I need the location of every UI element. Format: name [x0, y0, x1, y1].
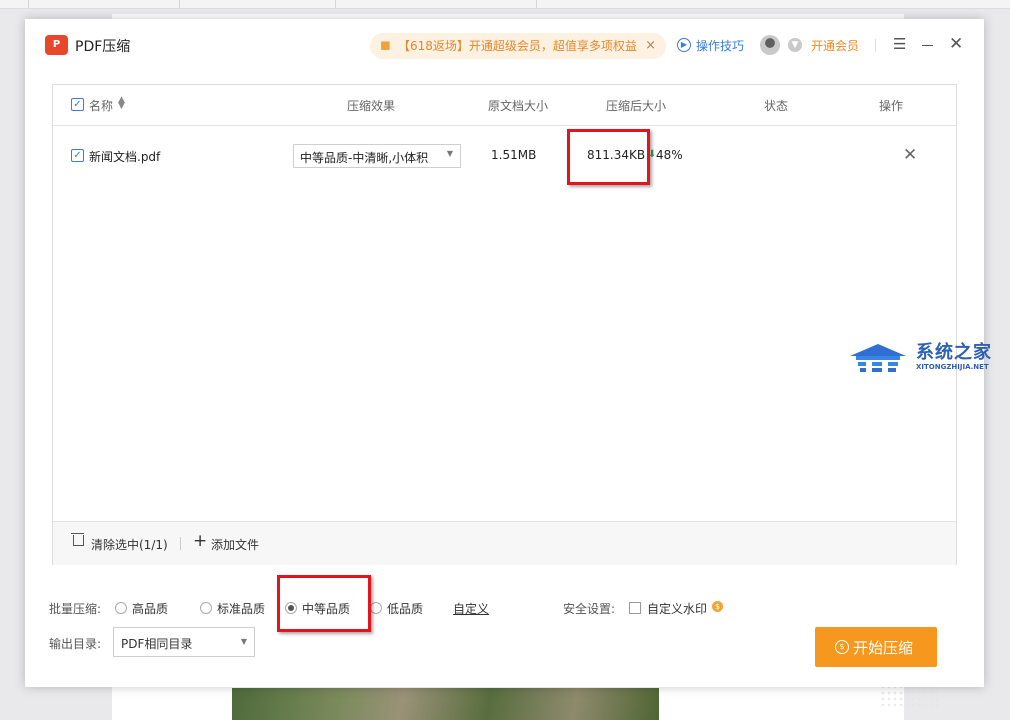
minimize-icon[interactable] — [922, 45, 933, 46]
highlight-box — [277, 575, 371, 632]
house-logo-icon — [850, 344, 906, 372]
option-standard-quality[interactable]: 标准品质 — [217, 600, 265, 617]
avatar[interactable] — [760, 35, 780, 55]
remove-row-icon[interactable]: ✕ — [903, 145, 917, 165]
background-tab — [29, 0, 180, 8]
start-compress-label: 开始压缩 — [853, 639, 914, 657]
column-header-quality: 压缩效果 — [347, 99, 396, 113]
promo-banner[interactable]: ◼︎ 【618返场】开通超级会员，超值享多项权益 × — [370, 33, 666, 59]
promo-text: 【618返场】开通超级会员，超值享多项权益 — [398, 39, 637, 53]
close-icon[interactable]: ✕ — [949, 34, 963, 54]
tips-link[interactable]: 操作技巧 — [696, 37, 744, 54]
divider — [180, 537, 181, 550]
add-file-button[interactable]: 添加文件 — [211, 536, 259, 553]
original-size: 1.51MB — [491, 148, 537, 162]
batch-label: 批量压缩: — [49, 602, 102, 616]
quality-select-value: 中等品质-中清晰,小体积 — [300, 151, 429, 165]
vip-icon: ▼ — [788, 38, 802, 52]
custom-link[interactable]: 自定义 — [453, 600, 489, 617]
chevron-down-icon: ▼ — [240, 637, 247, 646]
watermark-checkbox[interactable] — [629, 602, 641, 614]
sort-icon[interactable]: ▲ ▼ — [118, 96, 125, 111]
column-header-action: 操作 — [879, 99, 904, 113]
title-bar: P PDF压缩 ◼︎ 【618返场】开通超级会员，超值享多项权益 × ▶ 操作技… — [25, 19, 984, 73]
promo-close-icon[interactable]: × — [645, 33, 656, 59]
coin-icon: $ — [835, 640, 849, 654]
custom-watermark-option[interactable]: 自定义水印 — [647, 600, 707, 617]
quality-select[interactable]: 中等品质-中清晰,小体积 ▼ — [293, 144, 461, 168]
column-header-status: 状态 — [764, 99, 789, 113]
pdf-compress-dialog: P PDF压缩 ◼︎ 【618返场】开通超级会员，超值享多项权益 × ▶ 操作技… — [25, 19, 984, 687]
start-compress-button[interactable]: $ 开始压缩 — [815, 627, 937, 667]
radio-high-quality[interactable] — [115, 602, 127, 614]
radio-low-quality[interactable] — [370, 602, 382, 614]
play-circle-icon[interactable]: ▶ — [677, 38, 691, 52]
table-row[interactable]: ✓ 新闻文档.pdf 中等品质-中清晰,小体积 ▼ 1.51MB 811.34K… — [53, 126, 956, 184]
output-directory-value: PDF相同目录 — [121, 637, 193, 651]
background-tab — [0, 0, 29, 8]
site-watermark: 系统之家 XITONGZHIJIA.NET — [848, 338, 998, 378]
open-vip-link[interactable]: 开通会员 — [811, 37, 859, 54]
trash-icon[interactable] — [71, 533, 84, 546]
divider — [875, 39, 876, 52]
option-high-quality[interactable]: 高品质 — [132, 600, 168, 617]
output-label: 输出目录: — [49, 637, 102, 651]
file-name: 新闻文档.pdf — [89, 150, 161, 164]
highlight-box — [567, 129, 650, 185]
compression-ratio: 48% — [656, 148, 683, 162]
output-directory-select[interactable]: PDF相同目录 ▼ — [113, 627, 255, 657]
plus-icon[interactable]: + — [193, 531, 207, 551]
security-label: 安全设置: — [563, 602, 616, 616]
file-table: ✓ 名称 ▲ ▼ 压缩效果 原文档大小 压缩后大小 状态 操作 ✓ 新闻文档.pd… — [52, 84, 957, 565]
background-photo — [232, 688, 659, 720]
watermark-title: 系统之家 — [916, 342, 992, 363]
table-header: ✓ 名称 ▲ ▼ 压缩效果 原文档大小 压缩后大小 状态 操作 — [53, 85, 956, 126]
background-tab — [180, 0, 336, 8]
app-logo-icon: P — [45, 35, 68, 55]
app-title: PDF压缩 — [75, 39, 131, 55]
table-footer: 清除选中(1/1) + 添加文件 — [53, 521, 956, 565]
background-tab-strip — [0, 0, 1010, 9]
column-header-name[interactable]: 名称 — [89, 97, 113, 114]
watermark-url: XITONGZHIJIA.NET — [916, 363, 989, 371]
row-checkbox[interactable]: ✓ — [71, 149, 84, 162]
radio-standard-quality[interactable] — [200, 602, 212, 614]
column-header-comp-size: 压缩后大小 — [606, 99, 667, 113]
chevron-down-icon: ▼ — [446, 149, 453, 158]
menu-icon[interactable]: ☰ — [893, 35, 906, 53]
speaker-icon: ◼︎ — [380, 38, 391, 53]
background-tab — [336, 0, 537, 8]
option-low-quality[interactable]: 低品质 — [387, 600, 423, 617]
column-header-orig-size: 原文档大小 — [488, 99, 549, 113]
clear-selected-button[interactable]: 清除选中(1/1) — [91, 536, 168, 553]
select-all-checkbox[interactable]: ✓ — [71, 98, 84, 111]
vip-coin-icon: $ — [712, 601, 723, 612]
